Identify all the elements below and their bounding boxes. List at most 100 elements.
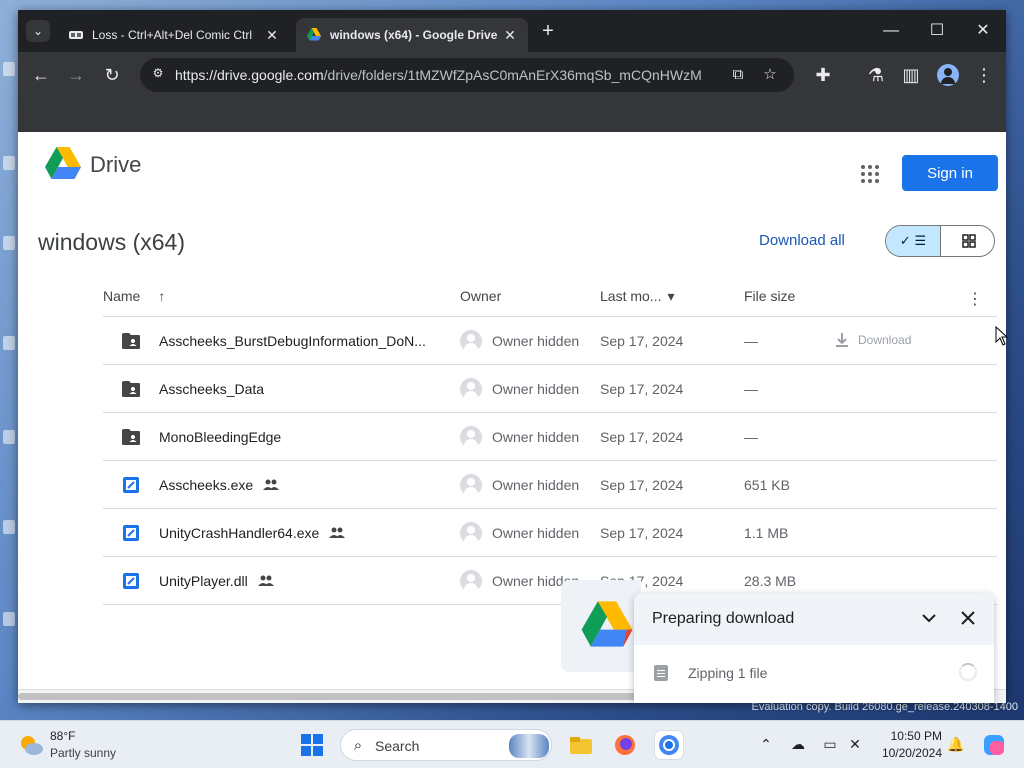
bookmark-star-icon[interactable]: ☆: [760, 65, 780, 85]
site-info-icon[interactable]: ⚙: [150, 66, 166, 82]
file-name[interactable]: Asscheeks_Data: [159, 381, 264, 397]
clock-date[interactable]: 10/20/2024: [878, 746, 942, 760]
copilot-icon[interactable]: [980, 731, 1008, 759]
file-name[interactable]: MonoBleedingEdge: [159, 429, 281, 445]
folder-title: windows (x64): [38, 229, 185, 255]
list-view-button[interactable]: ✓ ☰: [886, 226, 941, 256]
labs-flask-icon[interactable]: ⚗: [865, 64, 887, 86]
file-explorer-icon[interactable]: [567, 731, 595, 759]
tab-search-button[interactable]: ⌄: [26, 20, 50, 42]
tab-comic[interactable]: Loss - Ctrl+Alt+Del Comic Ctrl ✕: [58, 18, 290, 52]
file-size: 28.3 MB: [744, 573, 797, 589]
file-size: —: [744, 381, 758, 397]
chrome-menu-kebab-icon[interactable]: ⋮: [973, 64, 995, 86]
owner-name: Owner hidden: [492, 429, 580, 445]
last-modified-date: Sep 17, 2024: [600, 525, 684, 541]
check-icon: ✓: [899, 233, 911, 248]
file-name[interactable]: UnityPlayer.dll: [159, 573, 248, 589]
tab-google-drive[interactable]: windows (x64) - Google Drive ✕: [296, 18, 528, 52]
file-name[interactable]: UnityCrashHandler64.exe: [159, 525, 319, 541]
network-icon[interactable]: ▭: [820, 734, 840, 754]
table-row[interactable]: Asscheeks.exe Owner hidden Sep 17, 2024 651…: [103, 461, 997, 509]
google-drive-logo-icon: [581, 601, 633, 647]
partly-sunny-icon[interactable]: [18, 733, 44, 757]
shared-folder-icon: [122, 333, 140, 349]
table-row[interactable]: MonoBleedingEdge Owner hidden Sep 17, 2024…: [103, 413, 997, 461]
sort-up-arrow-icon[interactable]: ↑: [158, 288, 165, 304]
google-apps-grid-icon[interactable]: [861, 165, 879, 183]
file-name[interactable]: Asscheeks.exe: [159, 477, 253, 493]
volume-muted-icon[interactable]: ✕: [845, 734, 865, 754]
google-drive-logo-icon[interactable]: [44, 146, 82, 180]
sign-in-button[interactable]: Sign in: [902, 155, 998, 191]
chrome-taskbar-icon[interactable]: [655, 731, 683, 759]
new-tab-plus-icon[interactable]: +: [538, 21, 558, 41]
maximize-icon[interactable]: ☐: [926, 20, 948, 42]
zip-file-icon: [654, 665, 668, 681]
download-all-button[interactable]: Download all: [759, 232, 845, 249]
desktop-icon[interactable]: [3, 236, 15, 250]
window-close-icon[interactable]: ✕: [972, 20, 994, 42]
search-highlight-art: [509, 734, 549, 758]
product-name[interactable]: Drive: [90, 152, 141, 178]
desktop-icon[interactable]: [3, 62, 15, 76]
owner-name: Owner hidden: [492, 525, 580, 541]
reload-icon[interactable]: ↻: [101, 64, 123, 86]
shared-folder-icon: [122, 429, 140, 445]
back-arrow-icon[interactable]: ←: [30, 64, 52, 86]
minimize-icon[interactable]: —: [880, 20, 902, 42]
column-header-owner[interactable]: Owner: [460, 288, 501, 304]
side-panel-icon[interactable]: ▥: [900, 64, 922, 86]
install-app-icon[interactable]: ⧉: [728, 65, 748, 85]
column-header-last-modified[interactable]: Last mo... ▾: [600, 288, 675, 305]
collapse-chevron-icon[interactable]: [919, 608, 939, 628]
row-download-button[interactable]: Download: [834, 332, 911, 348]
column-header-name[interactable]: Name ↑: [103, 288, 165, 304]
clock-time[interactable]: 10:50 PM: [878, 729, 942, 743]
firefox-icon[interactable]: [611, 731, 639, 759]
file-name[interactable]: Asscheeks_BurstDebugInformation_DoN...: [159, 333, 426, 349]
notification-bell-icon[interactable]: 🔔: [946, 734, 966, 754]
extensions-puzzle-icon[interactable]: ✚: [812, 64, 834, 86]
download-arrow-icon: [836, 333, 848, 347]
forward-arrow-icon[interactable]: →: [65, 64, 87, 86]
desktop-icon[interactable]: [3, 156, 15, 170]
comic-favicon-icon: [69, 31, 83, 39]
desktop-icon[interactable]: [3, 430, 15, 444]
more-actions-kebab-icon[interactable]: ⋮: [967, 289, 983, 309]
close-icon[interactable]: [958, 608, 978, 628]
mouse-cursor-icon: [995, 326, 1009, 346]
start-button-windows-icon[interactable]: [301, 734, 323, 756]
taskbar-search-box[interactable]: ⌕ Search: [340, 729, 552, 761]
chrome-window: ⌄ Loss - Ctrl+Alt+Del Comic Ctrl ✕ windo…: [18, 10, 1006, 703]
desktop-icon[interactable]: [3, 520, 15, 534]
close-tab-icon[interactable]: ✕: [502, 27, 518, 44]
weather-description[interactable]: Partly sunny: [50, 746, 116, 760]
tab-title: windows (x64) - Google Drive: [330, 28, 498, 42]
toast-title: Preparing download: [652, 610, 795, 627]
profile-avatar-icon[interactable]: [937, 64, 959, 86]
loading-spinner-icon: [959, 663, 977, 681]
show-hidden-icons-chevron-icon[interactable]: ⌃: [756, 734, 776, 754]
column-header-file-size[interactable]: File size: [744, 288, 795, 304]
table-row[interactable]: Asscheeks_Data Owner hidden Sep 17, 2024 —: [103, 365, 997, 413]
owner-name: Owner hidden: [492, 381, 580, 397]
grid-icon: [962, 234, 976, 248]
address-bar[interactable]: ⚙ https://drive.google.com/drive/folders…: [140, 58, 794, 92]
browser-toolbar: ← → ↻ ⚙ https://drive.google.com/drive/f…: [18, 52, 1006, 132]
last-modified-date: Sep 17, 2024: [600, 381, 684, 397]
table-row[interactable]: UnityCrashHandler64.exe Owner hidden Sep 1…: [103, 509, 997, 557]
chevron-down-icon: ⌄: [32, 24, 44, 38]
grid-view-button[interactable]: [942, 226, 994, 256]
desktop-icon[interactable]: [3, 612, 15, 626]
toast-header: Preparing download: [634, 593, 994, 645]
weather-temperature[interactable]: 88°F: [50, 729, 75, 743]
desktop-icon[interactable]: [3, 336, 15, 350]
url-text[interactable]: https://drive.google.com/drive/folders/1…: [175, 67, 715, 83]
close-tab-icon[interactable]: ✕: [264, 27, 280, 44]
last-modified-date: Sep 17, 2024: [600, 477, 684, 493]
table-row[interactable]: Asscheeks_BurstDebugInformation_DoN... Ow…: [103, 317, 997, 365]
download-progress-panel: Preparing download Zipping 1 file: [634, 593, 994, 703]
file-size: —: [744, 429, 758, 445]
cloud-sync-icon[interactable]: ☁: [788, 734, 808, 754]
